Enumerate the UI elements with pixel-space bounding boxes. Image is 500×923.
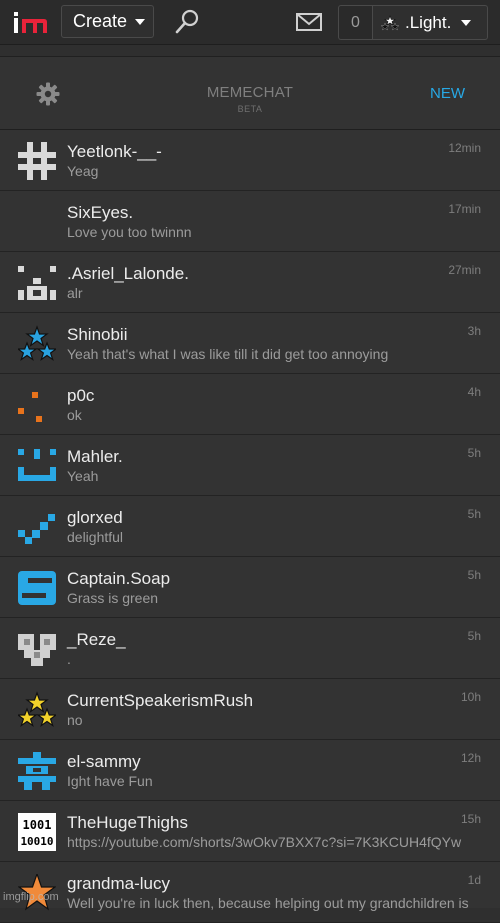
conversation-time: 12min xyxy=(448,141,481,155)
avatar xyxy=(18,752,56,790)
conversation-name: TheHugeThighs xyxy=(67,813,188,832)
conversation-name: SixEyes. xyxy=(67,203,134,222)
user-menu-button[interactable]: .Light. xyxy=(372,5,488,40)
conversation-name: Shinobii xyxy=(67,325,128,344)
conversation-row[interactable]: el-sammy Ight have Fun 12h xyxy=(0,740,500,801)
conversation-time: 17min xyxy=(448,202,481,216)
conversation-time: 5h xyxy=(467,568,481,582)
chevron-down-icon xyxy=(461,19,472,26)
conversation-preview: Love you too twinnn xyxy=(67,224,192,240)
conversation-preview: https://youtube.com/shorts/3wOkv7BXX7c?s… xyxy=(67,834,462,850)
avatar xyxy=(18,571,56,605)
chevron-down-icon xyxy=(135,18,146,25)
conversation-preview: Yeag xyxy=(67,163,99,179)
conversation-time: 5h xyxy=(467,629,481,643)
conversation-name: p0c xyxy=(67,386,95,405)
avatar xyxy=(18,203,56,241)
conversation-name: grandma-lucy xyxy=(67,874,170,893)
conversation-time: 4h xyxy=(467,385,481,399)
conversation-preview: alr xyxy=(67,285,83,301)
conversation-row[interactable]: SixEyes. Love you too twinnn 17min xyxy=(0,191,500,252)
imgflip-watermark: imgflip.com xyxy=(3,891,59,903)
conversation-name: Mahler. xyxy=(67,447,123,466)
chat-title: MEMECHAT xyxy=(206,84,294,101)
conversation-time: 5h xyxy=(467,507,481,521)
binary-bottom-text: 10010 xyxy=(20,835,53,848)
conversation-preview: ok xyxy=(67,407,82,423)
conversation-row[interactable]: _Reze_ . 5h xyxy=(0,618,500,679)
conversation-row[interactable]: p0c ok 4h xyxy=(0,374,500,435)
search-icon[interactable] xyxy=(173,8,201,36)
chat-header: MEMECHAT BETA NEW xyxy=(0,57,500,130)
conversation-row[interactable]: Captain.Soap Grass is green 5h xyxy=(0,557,500,618)
memechat-panel: MEMECHAT BETA NEW Yeetlonk-__- Yeag 12mi… xyxy=(0,56,500,923)
conversation-name: Yeetlonk-__- xyxy=(67,142,162,161)
username-label: .Light. xyxy=(405,12,452,32)
imgflip-logo-icon[interactable] xyxy=(13,9,49,35)
create-button[interactable]: Create xyxy=(61,5,154,38)
chat-subtitle: BETA xyxy=(237,104,263,114)
conversation-name: Captain.Soap xyxy=(67,569,171,588)
user-avatar-icon xyxy=(381,14,399,31)
conversation-row[interactable]: Yeetlonk-__- Yeag 12min xyxy=(0,130,500,191)
conversation-list: Yeetlonk-__- Yeag 12min SixEyes. Love yo… xyxy=(0,130,500,923)
conversation-preview: . xyxy=(67,651,71,667)
conversation-time: 10h xyxy=(460,690,481,704)
conversation-name: .Asriel_Lalonde. xyxy=(67,264,189,283)
conversation-preview: delightful xyxy=(67,529,124,545)
conversation-preview: Yeah xyxy=(67,468,99,484)
conversation-time: 3h xyxy=(467,324,481,338)
avatar: 1001 10010 xyxy=(18,813,56,851)
conversation-time: 15h xyxy=(460,812,481,826)
conversation-name: CurrentSpeakerismRush xyxy=(67,691,254,710)
conversation-preview: no xyxy=(67,712,83,728)
create-label: Create xyxy=(73,11,128,31)
conversation-row[interactable]: CurrentSpeakerismRush no 10h xyxy=(0,679,500,740)
conversation-preview: Grass is green xyxy=(67,590,159,606)
avatar xyxy=(18,514,55,544)
conversation-row[interactable]: Mahler. Yeah 5h xyxy=(0,435,500,496)
conversation-time: 12h xyxy=(460,751,481,765)
conversation-time: 27min xyxy=(448,263,481,277)
gear-icon[interactable] xyxy=(36,82,60,106)
conversation-time: 1d xyxy=(467,873,481,887)
avatar xyxy=(18,142,56,180)
conversation-name: el-sammy xyxy=(67,752,141,771)
mail-icon[interactable] xyxy=(295,10,323,34)
top-nav-bar: Create 0 .Light. xyxy=(0,0,500,45)
avatar xyxy=(18,392,42,422)
conversation-name: glorxed xyxy=(67,508,123,527)
avatar xyxy=(18,449,56,481)
conversation-preview: Yeah that's what I was like till it did … xyxy=(67,346,389,362)
conversation-row[interactable]: grandma-lucy Well you're in luck then, b… xyxy=(0,862,500,923)
conversation-time: 5h xyxy=(467,446,481,460)
avatar xyxy=(18,266,56,300)
conversation-row[interactable]: 1001 10010 TheHugeThighs https://youtube… xyxy=(0,801,500,862)
conversation-preview: Ight have Fun xyxy=(67,773,153,789)
avatar xyxy=(18,691,56,728)
conversation-row[interactable]: Shinobii Yeah that's what I was like til… xyxy=(0,313,500,374)
conversation-preview: Well you're in luck then, because helpin… xyxy=(67,895,469,911)
binary-top-text: 1001 xyxy=(23,818,52,832)
conversation-row[interactable]: .Asriel_Lalonde. alr 27min xyxy=(0,252,500,313)
avatar xyxy=(18,325,56,362)
new-chat-button[interactable]: NEW xyxy=(430,85,465,102)
conversation-row[interactable]: glorxed delightful 5h xyxy=(0,496,500,557)
conversation-name: _Reze_ xyxy=(67,630,126,649)
avatar xyxy=(18,634,56,666)
notification-count[interactable]: 0 xyxy=(338,5,372,40)
